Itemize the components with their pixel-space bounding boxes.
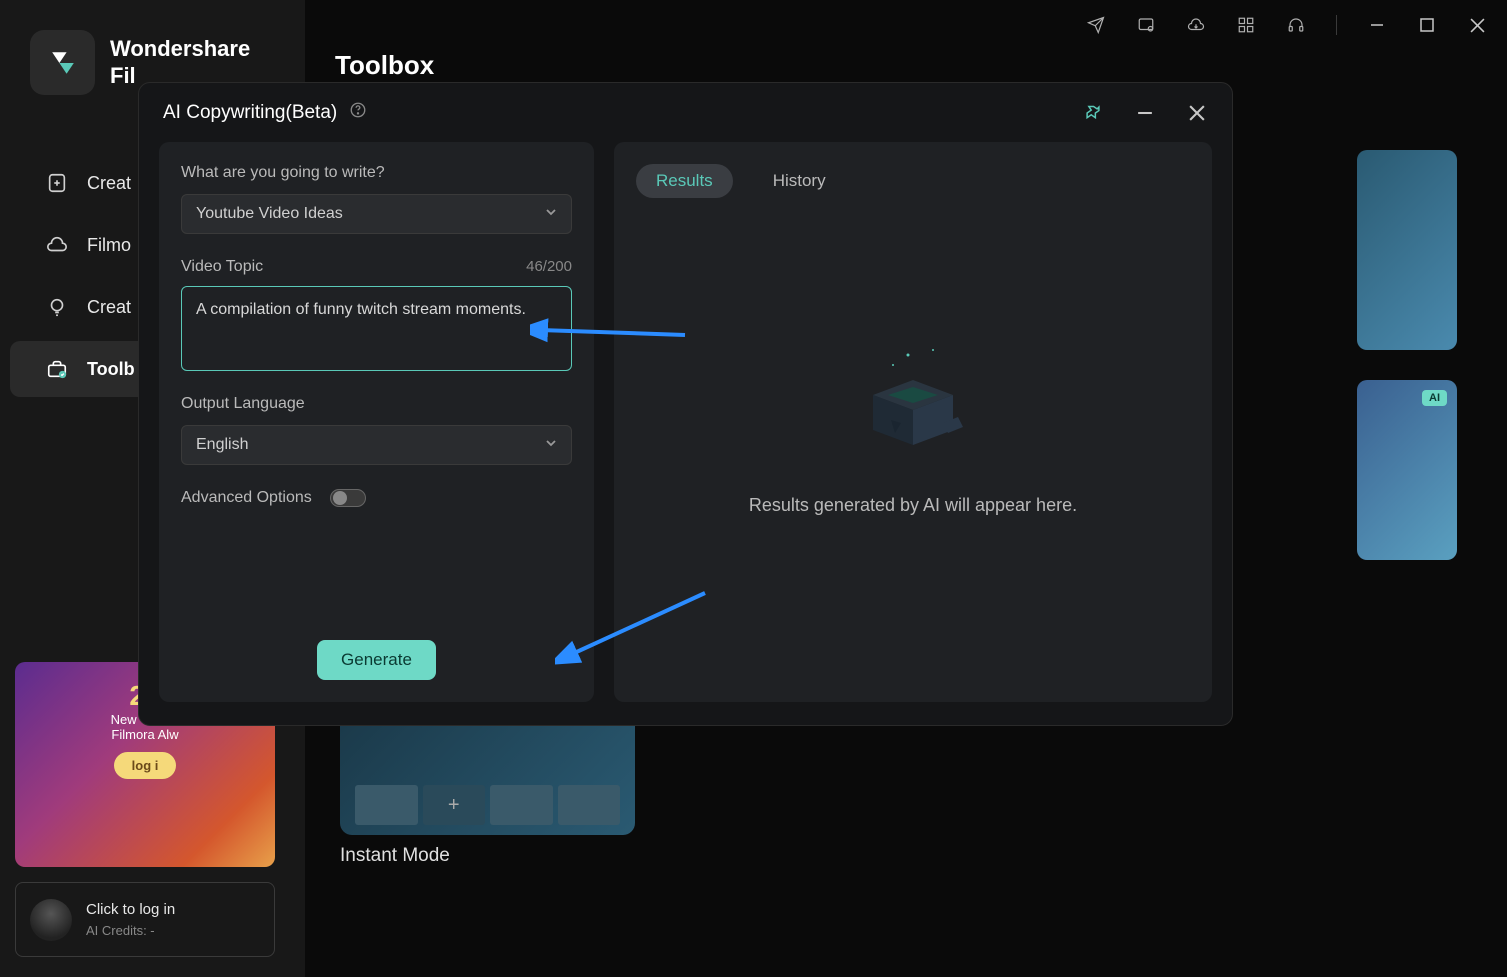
help-icon[interactable] — [349, 101, 367, 124]
login-primary: Click to log in — [86, 901, 175, 918]
tab-history[interactable]: History — [753, 164, 846, 198]
thumb-strip: + — [355, 785, 620, 825]
chevron-down-icon — [545, 436, 557, 454]
ai-badge: AI — [1422, 390, 1447, 406]
video-topic-input[interactable] — [181, 286, 572, 371]
dialog-minimize-button[interactable] — [1134, 102, 1156, 124]
results-tabs: Results History — [636, 164, 1190, 198]
sidebar-item-label: Filmo — [87, 235, 131, 256]
input-panel: What are you going to write? Youtube Vid… — [159, 142, 594, 702]
brand-line1: Wondershare — [110, 36, 250, 62]
chevron-down-icon — [545, 205, 557, 223]
empty-box-icon — [843, 345, 983, 455]
language-select[interactable]: English — [181, 425, 572, 465]
login-credits: AI Credits: - — [86, 923, 175, 938]
dialog-header: AI Copywriting(Beta) — [139, 83, 1232, 142]
tab-results[interactable]: Results — [636, 164, 733, 198]
advanced-options-toggle[interactable] — [330, 489, 366, 507]
promo-line2: Filmora Alw — [111, 727, 178, 742]
plus-file-icon — [45, 171, 69, 195]
empty-text: Results generated by AI will appear here… — [749, 495, 1077, 516]
toolbox-icon — [45, 357, 69, 381]
lang-label: Output Language — [181, 395, 572, 413]
dialog-title: AI Copywriting(Beta) — [163, 102, 337, 124]
pin-icon[interactable] — [1082, 102, 1104, 124]
results-panel: Results History Results generated by AI … — [614, 142, 1212, 702]
ai-copywriting-dialog: AI Copywriting(Beta) What are you going … — [138, 82, 1233, 726]
background-tool-card-2[interactable] — [1357, 380, 1457, 560]
write-label: What are you going to write? — [181, 164, 572, 182]
instant-mode-label: Instant Mode — [340, 845, 450, 867]
select-value: English — [196, 436, 248, 454]
login-card[interactable]: Click to log in AI Credits: - — [15, 882, 275, 957]
sidebar-item-label: Toolb — [87, 359, 135, 380]
filmora-logo-icon — [30, 30, 95, 95]
generate-button[interactable]: Generate — [317, 640, 436, 680]
lightbulb-icon — [45, 295, 69, 319]
background-tool-card-1[interactable] — [1357, 150, 1457, 350]
brand-text: Wondershare Fil — [110, 36, 250, 89]
promo-login-button[interactable]: log i — [114, 752, 177, 779]
avatar — [30, 899, 72, 941]
empty-state: Results generated by AI will appear here… — [636, 198, 1190, 662]
dialog-close-button[interactable] — [1186, 102, 1208, 124]
cloud-icon — [45, 233, 69, 257]
char-count: 46/200 — [526, 258, 572, 276]
sidebar-item-label: Creat — [87, 173, 131, 194]
topic-label: Video Topic — [181, 258, 263, 276]
sidebar-item-label: Creat — [87, 297, 131, 318]
adv-label: Advanced Options — [181, 489, 312, 507]
select-value: Youtube Video Ideas — [196, 205, 343, 223]
write-type-select[interactable]: Youtube Video Ideas — [181, 194, 572, 234]
section-title: Toolbox — [335, 50, 1477, 81]
